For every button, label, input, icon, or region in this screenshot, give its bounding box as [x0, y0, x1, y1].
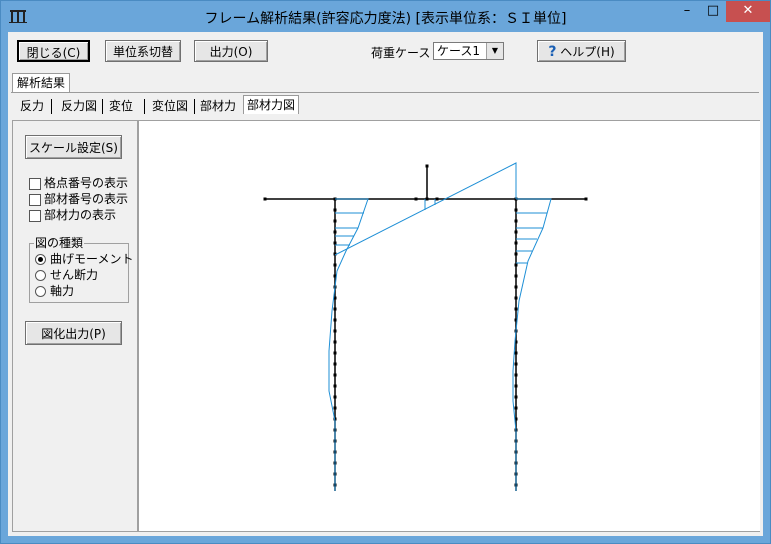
tab-divider	[11, 92, 759, 93]
node-marker	[514, 395, 518, 399]
node-marker	[333, 329, 337, 333]
node-marker	[584, 197, 588, 201]
radio-button[interactable]	[35, 286, 46, 297]
node-marker	[333, 373, 337, 377]
node-marker	[514, 285, 518, 289]
close-window-button[interactable]: ✕	[726, 1, 770, 22]
node-marker	[425, 197, 429, 201]
checkbox-box[interactable]	[29, 178, 41, 190]
minimize-button[interactable]: –	[674, 1, 700, 22]
load-case-select[interactable]: ケース1 ▼	[433, 42, 504, 60]
checkbox-label: 部材番号の表示	[44, 192, 129, 206]
node-marker	[514, 219, 518, 223]
options-panel: スケール設定(S) 格点番号の表示 部材番号の表示 部材力の表示 図の種類 曲げ…	[12, 120, 138, 532]
tab-member-force-diagram[interactable]: 部材力図	[243, 95, 300, 114]
diagram-canvas[interactable]	[138, 120, 760, 532]
node-marker	[514, 252, 518, 256]
right-column-moment-curve	[512, 198, 552, 491]
tab-separator	[194, 99, 195, 114]
question-icon: ?	[548, 44, 557, 60]
node-marker	[263, 197, 267, 201]
node-marker	[333, 351, 337, 355]
node-marker	[514, 274, 518, 278]
checkbox-label: 部材力の表示	[44, 208, 117, 222]
node-marker	[514, 241, 518, 245]
node-marker	[435, 197, 439, 201]
node-marker	[333, 340, 337, 344]
window-title: フレーム解析結果(許容応力度法) [表示単位系：ＳＩ単位]	[204, 11, 567, 27]
node-marker	[333, 263, 337, 267]
main-window: フレーム解析結果(許容応力度法) [表示単位系：ＳＩ単位] – □ ✕ 閉じる(…	[0, 0, 771, 544]
node-marker	[333, 395, 337, 399]
node-marker	[333, 307, 337, 311]
node-marker	[414, 197, 418, 201]
node-marker	[514, 230, 518, 234]
radio-button[interactable]	[35, 254, 46, 265]
node-marker	[514, 373, 518, 377]
node-marker	[514, 406, 518, 410]
tab-analysis-results[interactable]: 解析結果	[12, 73, 71, 92]
node-marker	[333, 406, 337, 410]
moment-curves	[328, 162, 552, 491]
node-marker	[425, 164, 429, 168]
diagram-type-title: 図の種類	[34, 236, 85, 251]
node-marker	[333, 230, 337, 234]
radio-label: 曲げモーメント	[50, 252, 134, 266]
checkbox-label: 格点番号の表示	[44, 176, 129, 190]
tab-reaction[interactable]: 反力	[17, 98, 47, 114]
radio-button[interactable]	[35, 270, 46, 281]
diagram-type-group: 図の種類 曲げモーメント せん断力 軸力	[29, 236, 134, 303]
load-case-value: ケース1	[437, 44, 481, 58]
client-area: 閉じる(C) 単位系切替 出力(O) 荷重ケース ケース1 ▼ ? ヘルプ(H)…	[8, 32, 763, 536]
node-marker	[333, 362, 337, 366]
node-marker	[514, 384, 518, 388]
load-case-label: 荷重ケース	[371, 46, 431, 60]
radio-label: 軸力	[50, 284, 75, 298]
node-marker	[514, 362, 518, 366]
output-button[interactable]: 出力(O)	[194, 40, 268, 62]
checkbox-box[interactable]	[29, 210, 41, 222]
node-marker	[333, 241, 337, 245]
help-button[interactable]: ? ヘルプ(H)	[537, 40, 626, 62]
node-marker	[333, 219, 337, 223]
maximize-button[interactable]: □	[700, 1, 726, 22]
node-marker	[333, 384, 337, 388]
moment-diagram	[263, 162, 588, 491]
node-marker	[514, 296, 518, 300]
node-marker	[514, 351, 518, 355]
node-marker	[514, 307, 518, 311]
radio-label: せん断力	[50, 268, 99, 282]
checkbox-box[interactable]	[29, 194, 41, 206]
tab-separator	[51, 99, 52, 114]
node-marker	[333, 318, 337, 322]
node-marker	[333, 208, 337, 212]
unit-switch-button[interactable]: 単位系切替	[105, 40, 181, 62]
tab-separator	[144, 99, 145, 114]
close-button[interactable]: 閉じる(C)	[17, 40, 90, 62]
tab-separator	[102, 99, 103, 114]
tab-displacement[interactable]: 変位	[106, 98, 136, 114]
plot-output-button[interactable]: 図化出力(P)	[25, 321, 122, 345]
tab-member-force[interactable]: 部材力	[197, 98, 239, 114]
frame-members	[265, 166, 586, 491]
tab-reaction-diagram[interactable]: 反力図	[58, 98, 100, 114]
help-label: ヘルプ(H)	[560, 45, 615, 59]
title-bar[interactable]: フレーム解析結果(許容応力度法) [表示単位系：ＳＩ単位] – □ ✕	[1, 1, 770, 32]
chevron-down-icon[interactable]: ▼	[486, 43, 503, 59]
tab-displacement-diagram[interactable]: 変位図	[149, 98, 191, 114]
node-marker	[514, 263, 518, 267]
scale-settings-button[interactable]: スケール設定(S)	[25, 135, 122, 159]
node-marker	[514, 208, 518, 212]
